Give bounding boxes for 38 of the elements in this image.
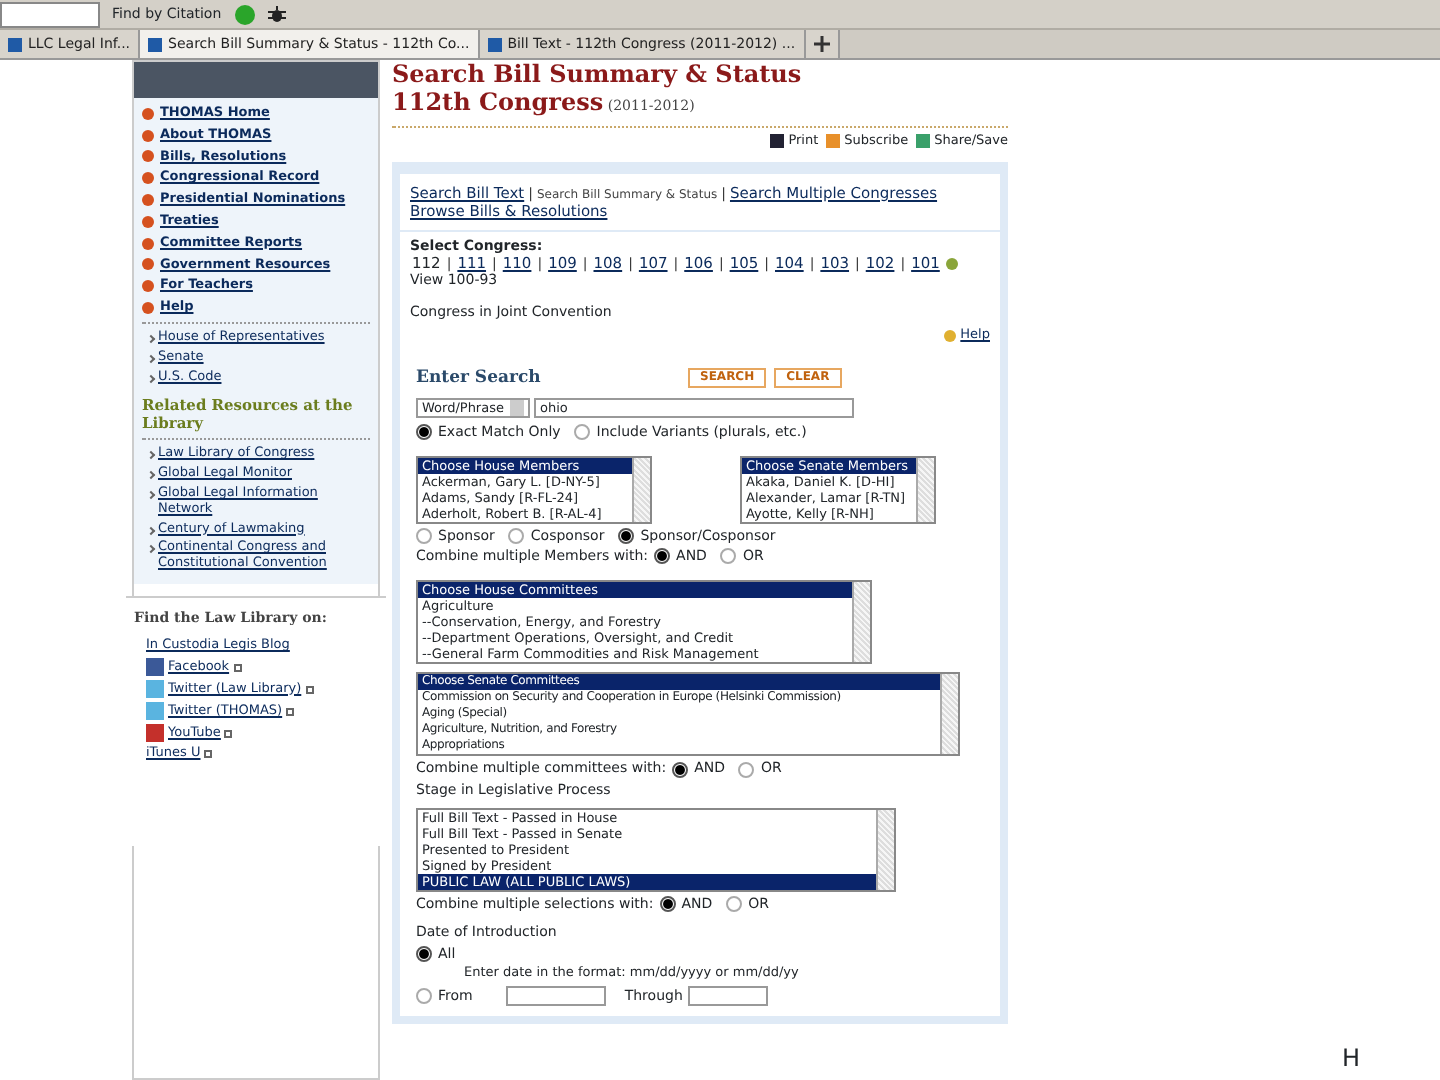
radio-button[interactable] bbox=[654, 548, 671, 565]
page-icon bbox=[487, 37, 502, 51]
date-input[interactable] bbox=[688, 986, 769, 1007]
radio-button[interactable] bbox=[726, 896, 743, 913]
chevron-icon bbox=[146, 451, 156, 460]
scrollbar[interactable] bbox=[632, 457, 650, 522]
external-link-icon bbox=[233, 663, 242, 672]
form-heading: Enter Search bbox=[416, 367, 543, 389]
help-icon bbox=[944, 330, 957, 343]
radio-button[interactable] bbox=[416, 424, 432, 441]
radio-button[interactable] bbox=[416, 988, 432, 1005]
external-link-icon bbox=[204, 750, 213, 759]
new-tab-icon[interactable] bbox=[805, 30, 840, 58]
radio-button[interactable] bbox=[720, 548, 737, 565]
radio-button[interactable] bbox=[416, 527, 432, 544]
external-link-icon bbox=[224, 729, 233, 738]
page-title: 112th Congress bbox=[392, 88, 604, 116]
radio-button[interactable] bbox=[618, 527, 635, 544]
radio-button[interactable] bbox=[738, 761, 755, 777]
page-icon bbox=[148, 37, 163, 51]
radio-button[interactable] bbox=[659, 896, 676, 913]
radio-button[interactable] bbox=[508, 527, 525, 544]
page-title: Search Bill Summary & Status bbox=[392, 60, 804, 88]
radio-button[interactable] bbox=[416, 946, 432, 963]
radio-button[interactable] bbox=[672, 761, 689, 777]
status-icon[interactable] bbox=[233, 3, 256, 25]
scrollbar[interactable] bbox=[940, 674, 958, 755]
external-link-icon bbox=[305, 685, 314, 694]
scrollbar[interactable] bbox=[916, 457, 934, 522]
scrollbar[interactable] bbox=[852, 582, 870, 663]
page-marker: H bbox=[1341, 1043, 1360, 1072]
date-input[interactable] bbox=[506, 986, 607, 1007]
search-field[interactable] bbox=[0, 1, 100, 27]
scrollbar[interactable] bbox=[876, 810, 894, 891]
radio-button[interactable] bbox=[574, 424, 591, 441]
bug-icon[interactable] bbox=[267, 5, 286, 23]
page-icon bbox=[8, 37, 22, 51]
external-link-icon bbox=[286, 707, 295, 716]
